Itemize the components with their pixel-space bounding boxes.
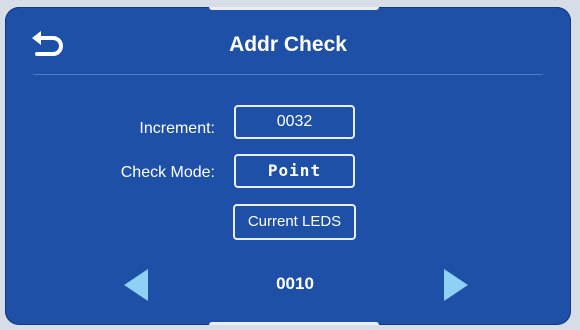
check-mode-label: Check Mode: bbox=[120, 164, 215, 181]
top-notch bbox=[209, 7, 379, 10]
bottom-notch bbox=[209, 322, 379, 325]
address-counter: 0010 bbox=[276, 274, 314, 293]
next-button[interactable] bbox=[442, 267, 470, 303]
previous-button[interactable] bbox=[122, 267, 150, 303]
check-mode-button[interactable]: Point bbox=[234, 154, 355, 188]
triangle-left-icon bbox=[124, 269, 148, 301]
triangle-right-icon bbox=[444, 269, 468, 301]
current-leds-button[interactable]: Current LEDS bbox=[233, 204, 356, 240]
increment-value-button[interactable]: 0032 bbox=[234, 105, 355, 139]
addr-check-panel: Addr Check Increment: 0032 Check Mode: P… bbox=[5, 7, 571, 325]
title-divider bbox=[33, 74, 543, 75]
page-title: Addr Check bbox=[229, 33, 347, 56]
increment-label: Increment: bbox=[139, 120, 215, 137]
